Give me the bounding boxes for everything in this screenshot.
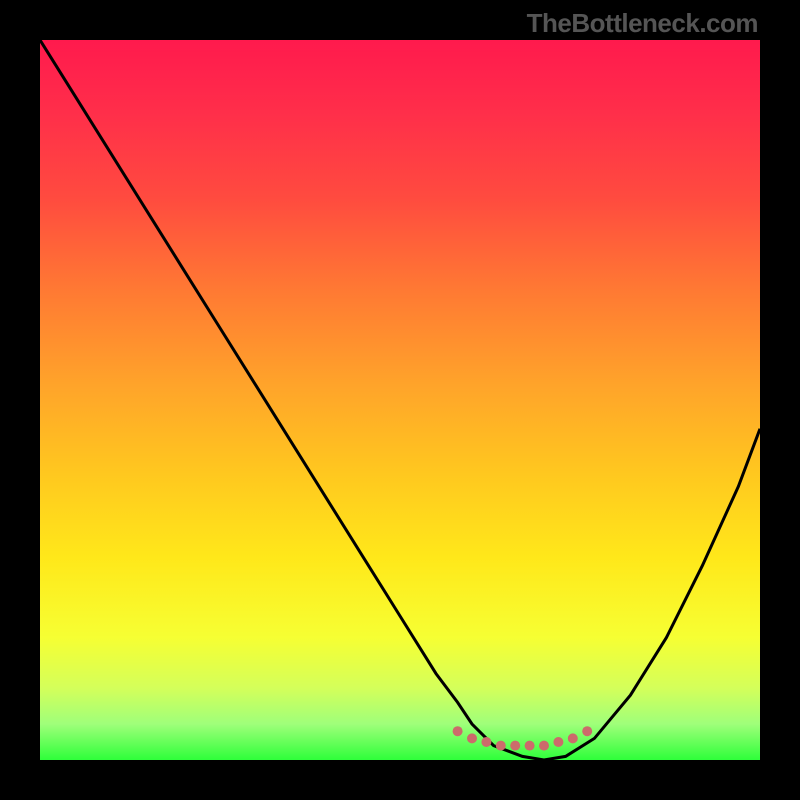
curve-dot <box>553 737 563 747</box>
curve-dot <box>582 726 592 736</box>
curve-dot <box>568 733 578 743</box>
bottleneck-curve <box>40 40 760 760</box>
curve-dot <box>453 726 463 736</box>
curve-dot <box>525 741 535 751</box>
curve-dot <box>496 741 506 751</box>
curve-dot <box>467 733 477 743</box>
plot-area <box>40 40 760 760</box>
chart-frame: TheBottleneck.com <box>0 0 800 800</box>
curve-dot <box>539 741 549 751</box>
curve-dot <box>481 737 491 747</box>
watermark-text: TheBottleneck.com <box>527 8 758 39</box>
curve-dot <box>510 741 520 751</box>
